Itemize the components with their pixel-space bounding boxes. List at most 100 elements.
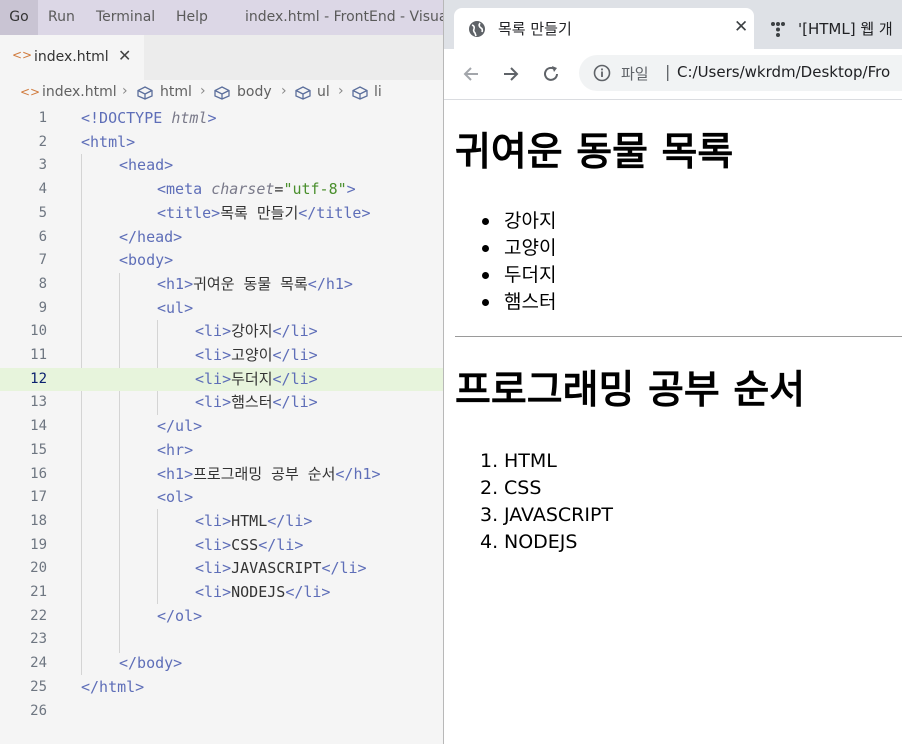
back-arrow-icon[interactable]: [461, 64, 481, 84]
line-number: 22: [30, 607, 47, 624]
browser-tab-strip: 목록 만들기 ✕ '[HTML] 웹 개: [444, 0, 902, 49]
code-text: <li>두더지</li>: [195, 368, 318, 392]
line-number: 13: [30, 394, 47, 411]
code-line[interactable]: 23: [0, 628, 443, 652]
code-text: </ul>: [157, 415, 202, 439]
code-line[interactable]: 26: [0, 700, 443, 724]
close-icon[interactable]: ✕: [118, 46, 131, 65]
code-line[interactable]: 4 <meta charset="utf-8">: [0, 178, 443, 202]
chevron-right-icon: ›: [338, 83, 344, 99]
list-item: CSS: [504, 477, 542, 499]
breadcrumb-file[interactable]: index.html: [42, 84, 117, 100]
code-token-tag: >: [207, 109, 217, 127]
code-line[interactable]: 11 <li>고양이</li>: [0, 344, 443, 368]
code-token-tag: <h1>: [157, 464, 194, 483]
code-line[interactable]: 24 </body>: [0, 652, 443, 676]
code-token-text: JAVASCRIPT: [231, 559, 322, 578]
menu-help[interactable]: Help: [176, 0, 208, 35]
element-icon: [295, 86, 311, 100]
list-bullet: [482, 245, 489, 252]
code-line[interactable]: 25 </html>: [0, 676, 443, 700]
code-token-tag: <head>: [119, 156, 174, 175]
code-text: <li>고양이</li>: [195, 344, 318, 368]
element-icon: [352, 86, 368, 100]
list-bullet: [482, 299, 489, 306]
code-line[interactable]: 12 <li>두더지</li>: [0, 367, 443, 392]
globe-icon: [469, 21, 485, 37]
code-token-tag: <li>: [195, 583, 232, 601]
code-line[interactable]: 13 <li>햄스터</li>: [0, 391, 443, 415]
breadcrumb-body[interactable]: body: [237, 84, 272, 100]
code-text: </body>: [119, 652, 182, 676]
code-text: <hr>: [157, 439, 193, 463]
code-token-tag: <li>: [195, 369, 232, 388]
code-line[interactable]: 19 <li>CSS</li>: [0, 534, 443, 558]
code-line[interactable]: 17 <ol>: [0, 486, 443, 510]
code-line[interactable]: 6 </head>: [0, 226, 443, 250]
reload-icon[interactable]: [541, 64, 561, 84]
code-token-tag: </li>: [267, 511, 313, 530]
code-text: <html>: [81, 131, 135, 155]
element-icon: [214, 86, 230, 100]
code-line[interactable]: 21 <li>NODEJS</li>: [0, 581, 443, 605]
code-line[interactable]: 22 </ol>: [0, 605, 443, 629]
code-token-attribute: charset: [211, 180, 275, 199]
line-number: 18: [30, 512, 47, 529]
code-token-tag: <h1>: [157, 274, 194, 293]
element-icon: [137, 86, 153, 100]
code-token-tag: <ul>: [157, 298, 194, 317]
code-editor[interactable]: 1 <!DOCTYPE html> 2 <html> 3 <head> 4 <meta cha…: [0, 107, 443, 744]
line-number: 25: [30, 678, 47, 695]
breadcrumb-html[interactable]: html: [160, 84, 192, 100]
code-token-tag: <html>: [81, 132, 136, 151]
code-token-text: NODEJS: [231, 583, 286, 601]
code-token-tag: </body>: [119, 654, 183, 673]
horizontal-rule: [455, 336, 902, 337]
list-item: 햄스터: [504, 291, 557, 313]
code-line[interactable]: 3 <head>: [0, 154, 443, 178]
breadcrumb-ul[interactable]: ul: [317, 84, 330, 100]
code-line[interactable]: 9 <ul>: [0, 297, 443, 321]
code-line[interactable]: 2 <html>: [0, 131, 443, 155]
code-line[interactable]: 14 </ul>: [0, 415, 443, 439]
code-token-tag: <li>: [195, 559, 232, 578]
code-token-text: CSS: [231, 535, 259, 554]
line-number: 2: [38, 133, 47, 150]
menu-terminal[interactable]: Terminal: [96, 0, 155, 35]
code-token-string: "utf-8": [283, 180, 347, 199]
code-line[interactable]: 5 <title>목록 만들기</title>: [0, 202, 443, 226]
code-line[interactable]: 15 <hr>: [0, 439, 443, 463]
code-text: <meta charset="utf-8">: [157, 178, 356, 202]
browser-tab-active[interactable]: 목록 만들기 ✕: [454, 8, 754, 49]
close-icon[interactable]: ✕: [734, 17, 748, 37]
editor-tab-index-html[interactable]: <> index.html ✕: [0, 35, 144, 80]
code-line[interactable]: 7 <body>: [0, 249, 443, 273]
code-text: </html>: [81, 676, 144, 700]
code-token-tag: </li>: [272, 346, 318, 364]
heading-animals: 귀여운 동물 목록: [455, 130, 734, 175]
line-number: 7: [38, 252, 47, 269]
code-line[interactable]: 10 <li>강아지</li>: [0, 320, 443, 344]
code-token-tag: </h1>: [335, 464, 381, 483]
breadcrumb: <> index.html › html › body › ul › li: [0, 80, 443, 106]
code-text: <title>목록 만들기</title>: [157, 202, 371, 226]
address-divider: |: [665, 62, 671, 81]
browser-tab-title: 목록 만들기: [498, 20, 572, 38]
line-number: 23: [30, 631, 47, 648]
code-line[interactable]: 16 <h1>프로그래밍 공부 순서</h1>: [0, 463, 443, 487]
code-line[interactable]: 8 <h1>귀여운 동물 목록</h1>: [0, 273, 443, 297]
code-token-tag: <ol>: [157, 488, 194, 507]
list-number: 2.: [480, 477, 499, 499]
code-line[interactable]: 18 <li>HTML</li>: [0, 510, 443, 534]
code-line[interactable]: 1 <!DOCTYPE html>: [0, 107, 443, 131]
menu-go[interactable]: Go: [0, 0, 38, 35]
info-icon[interactable]: [593, 64, 611, 82]
list-item: HTML: [504, 450, 557, 472]
address-bar[interactable]: 파일 | C:/Users/wkrdm/Desktop/Fro: [579, 55, 902, 91]
forward-arrow-icon[interactable]: [501, 64, 521, 84]
breadcrumb-li[interactable]: li: [374, 84, 382, 100]
browser-tab-inactive[interactable]: '[HTML] 웹 개: [762, 8, 902, 49]
line-number: 3: [38, 157, 47, 174]
menu-run[interactable]: Run: [48, 0, 75, 35]
code-line[interactable]: 20 <li>JAVASCRIPT</li>: [0, 557, 443, 581]
